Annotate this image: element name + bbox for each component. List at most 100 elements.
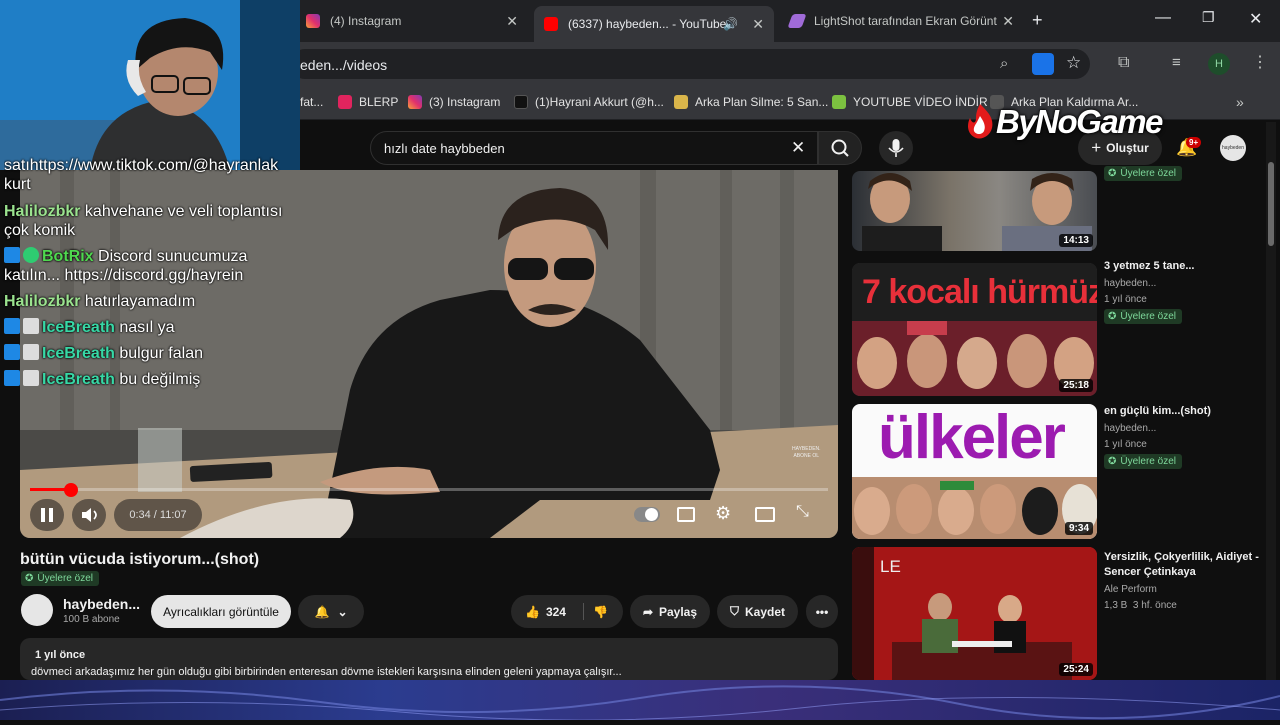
- search-icon: [831, 139, 849, 157]
- tab-title: LightShot tarafından Ekran Görünt: [814, 14, 997, 28]
- related-video-thumbnail[interactable]: 7 kocalı hürmüz 25:18: [852, 263, 1097, 396]
- install-icon[interactable]: [1032, 53, 1054, 75]
- scrubber-handle[interactable]: [64, 483, 78, 497]
- badge-label: Üyelere özel: [1120, 456, 1176, 467]
- bookmark-item[interactable]: (3) Instagram: [408, 95, 500, 109]
- related-video-title[interactable]: en güçlü kim...(shot): [1104, 404, 1264, 419]
- volume-icon: [82, 508, 97, 522]
- chat-message: IceBreath bu değilmiş: [4, 370, 300, 389]
- badge-label: Üyelere özel: [37, 573, 93, 584]
- related-video-title[interactable]: 3 yetmez 5 tane...: [1104, 259, 1264, 274]
- tab-youtube[interactable]: (6337) haybeden... - YouTube 🔊 ✕: [534, 6, 774, 42]
- subscribe-overlay-text: HAYBEDEN. ABONE OL: [792, 446, 821, 459]
- related-video-channel[interactable]: haybeden...: [1104, 423, 1156, 434]
- badge-label: Üyelere özel: [1120, 311, 1176, 322]
- chat-username: Halilozbkr: [4, 293, 81, 310]
- thumbs-down-icon[interactable]: 👎: [593, 605, 608, 619]
- bookmark-item[interactable]: fat...: [300, 95, 323, 109]
- related-video-channel[interactable]: haybeden...: [1104, 278, 1156, 289]
- perks-button[interactable]: Ayrıcalıkları görüntüle: [151, 595, 291, 628]
- theater-mode-icon[interactable]: [755, 507, 775, 522]
- voice-search-button[interactable]: [879, 131, 913, 165]
- related-video-thumbnail[interactable]: ülkeler 9:34: [852, 404, 1097, 539]
- notification-settings-button[interactable]: 🔔 ⌄: [298, 595, 364, 628]
- star-icon[interactable]: ☆: [1066, 53, 1081, 73]
- save-button[interactable]: ⛉ Kaydet: [717, 595, 798, 628]
- address-bar[interactable]: eden.../videos ⌕ ☆: [290, 49, 1090, 79]
- chat-text: bulgur falan: [119, 345, 203, 362]
- bynogame-watermark: ByNoGame: [962, 102, 1174, 142]
- close-icon[interactable]: ✕: [752, 16, 764, 33]
- speaker-icon[interactable]: 🔊: [723, 17, 738, 31]
- zoom-icon[interactable]: ⌕: [1000, 55, 1008, 72]
- progress-track[interactable]: [30, 488, 828, 491]
- related-video-meta: 1,3 B 3 hf. önce: [1104, 600, 1177, 611]
- chat-username: IceBreath: [42, 371, 115, 388]
- related-video-thumbnail[interactable]: LE 25:24: [852, 547, 1097, 680]
- overlay-texture: [0, 685, 1280, 721]
- chat-message: IceBreath bulgur falan: [4, 344, 300, 363]
- chat-username: BotRix: [42, 248, 94, 265]
- stream-overlay-band: [0, 680, 1280, 721]
- related-video-channel[interactable]: Ale Perform: [1104, 584, 1157, 595]
- volume-button[interactable]: [72, 499, 106, 531]
- more-actions-button[interactable]: •••: [806, 595, 838, 628]
- search-button[interactable]: [818, 131, 862, 165]
- blerp-icon: [338, 95, 352, 109]
- tab-instagram[interactable]: (4) Instagram ✕: [296, 6, 528, 36]
- related-video-thumbnail[interactable]: 14:13: [852, 171, 1097, 251]
- check-icon: ✪: [25, 573, 34, 584]
- close-window-button[interactable]: ✕: [1249, 9, 1262, 29]
- streamer-webcam: [0, 0, 300, 170]
- members-only-badge: ✪ Üyelere özel: [1104, 454, 1182, 469]
- restore-button[interactable]: ❐: [1202, 9, 1215, 26]
- bookmark-icon: ⛉: [729, 604, 739, 618]
- description-meta: 1 yıl önce: [35, 649, 86, 661]
- bookmark-item[interactable]: Arka Plan Silme: 5 San...: [674, 95, 828, 109]
- bookmark-item[interactable]: BLERP: [338, 95, 398, 109]
- chevron-right-icon[interactable]: »: [1236, 94, 1244, 110]
- close-icon[interactable]: ✕: [1002, 13, 1014, 30]
- thumbs-up-icon: 👍: [525, 604, 540, 619]
- channel-avatar[interactable]: [21, 594, 53, 626]
- channel-name[interactable]: haybeden...: [63, 596, 140, 612]
- feather-icon: [787, 14, 807, 28]
- profile-avatar[interactable]: H: [1208, 53, 1230, 75]
- settings-gear-icon[interactable]: ⚙: [715, 503, 731, 524]
- instagram-icon: [408, 95, 422, 109]
- fullscreen-icon[interactable]: ⤡: [796, 503, 809, 521]
- autoplay-toggle[interactable]: [634, 507, 660, 522]
- related-video-title[interactable]: Yersizlik, Çokyerlilik, Aidiyet - Sencer…: [1104, 550, 1264, 580]
- search-input[interactable]: hızlı date haybbeden ✕: [370, 131, 818, 165]
- page-scrollbar[interactable]: [1266, 122, 1276, 680]
- scrollbar-thumb[interactable]: [1268, 162, 1274, 246]
- share-label: Paylaş: [659, 604, 698, 619]
- clear-search-icon[interactable]: ✕: [791, 138, 805, 158]
- members-only-badge: ✪ Üyelere özel: [1104, 309, 1182, 324]
- related-video-meta: 1 yıl önce: [1104, 294, 1147, 305]
- watermark-text: ByNoGame: [996, 103, 1163, 140]
- tab-lightshot[interactable]: LightShot tarafından Ekran Görünt ✕: [780, 6, 1024, 36]
- media-icon[interactable]: ≡: [1172, 54, 1181, 71]
- check-icon: ✪: [1108, 311, 1117, 322]
- toggle-knob: [645, 508, 658, 521]
- description-box[interactable]: 1 yıl önce dövmeci arkadaşımız her gün o…: [20, 638, 838, 680]
- mountain-badge-icon: [23, 370, 39, 386]
- bookmark-item[interactable]: (1)Hayrani Akkurt (@h...: [514, 95, 664, 109]
- subscriber-count: 100 B abone: [63, 614, 120, 625]
- pause-button[interactable]: [30, 499, 64, 531]
- url-text: eden.../videos: [300, 57, 388, 73]
- download-icon: [832, 95, 846, 109]
- minimize-button[interactable]: —: [1155, 9, 1171, 27]
- kebab-menu-icon[interactable]: ⋮: [1252, 52, 1268, 72]
- new-tab-button[interactable]: +: [1032, 10, 1043, 31]
- close-icon[interactable]: ✕: [506, 13, 518, 30]
- account-avatar[interactable]: haybeden: [1220, 135, 1246, 161]
- extensions-icon[interactable]: ⧉: [1118, 54, 1129, 72]
- badge-icon: [4, 318, 20, 334]
- share-button[interactable]: ➦ Paylaş: [630, 595, 710, 628]
- like-button[interactable]: 👍 324 👎: [511, 595, 623, 628]
- captions-icon[interactable]: [677, 507, 695, 522]
- like-count: 324: [545, 604, 566, 619]
- duration: 25:18: [1059, 379, 1093, 392]
